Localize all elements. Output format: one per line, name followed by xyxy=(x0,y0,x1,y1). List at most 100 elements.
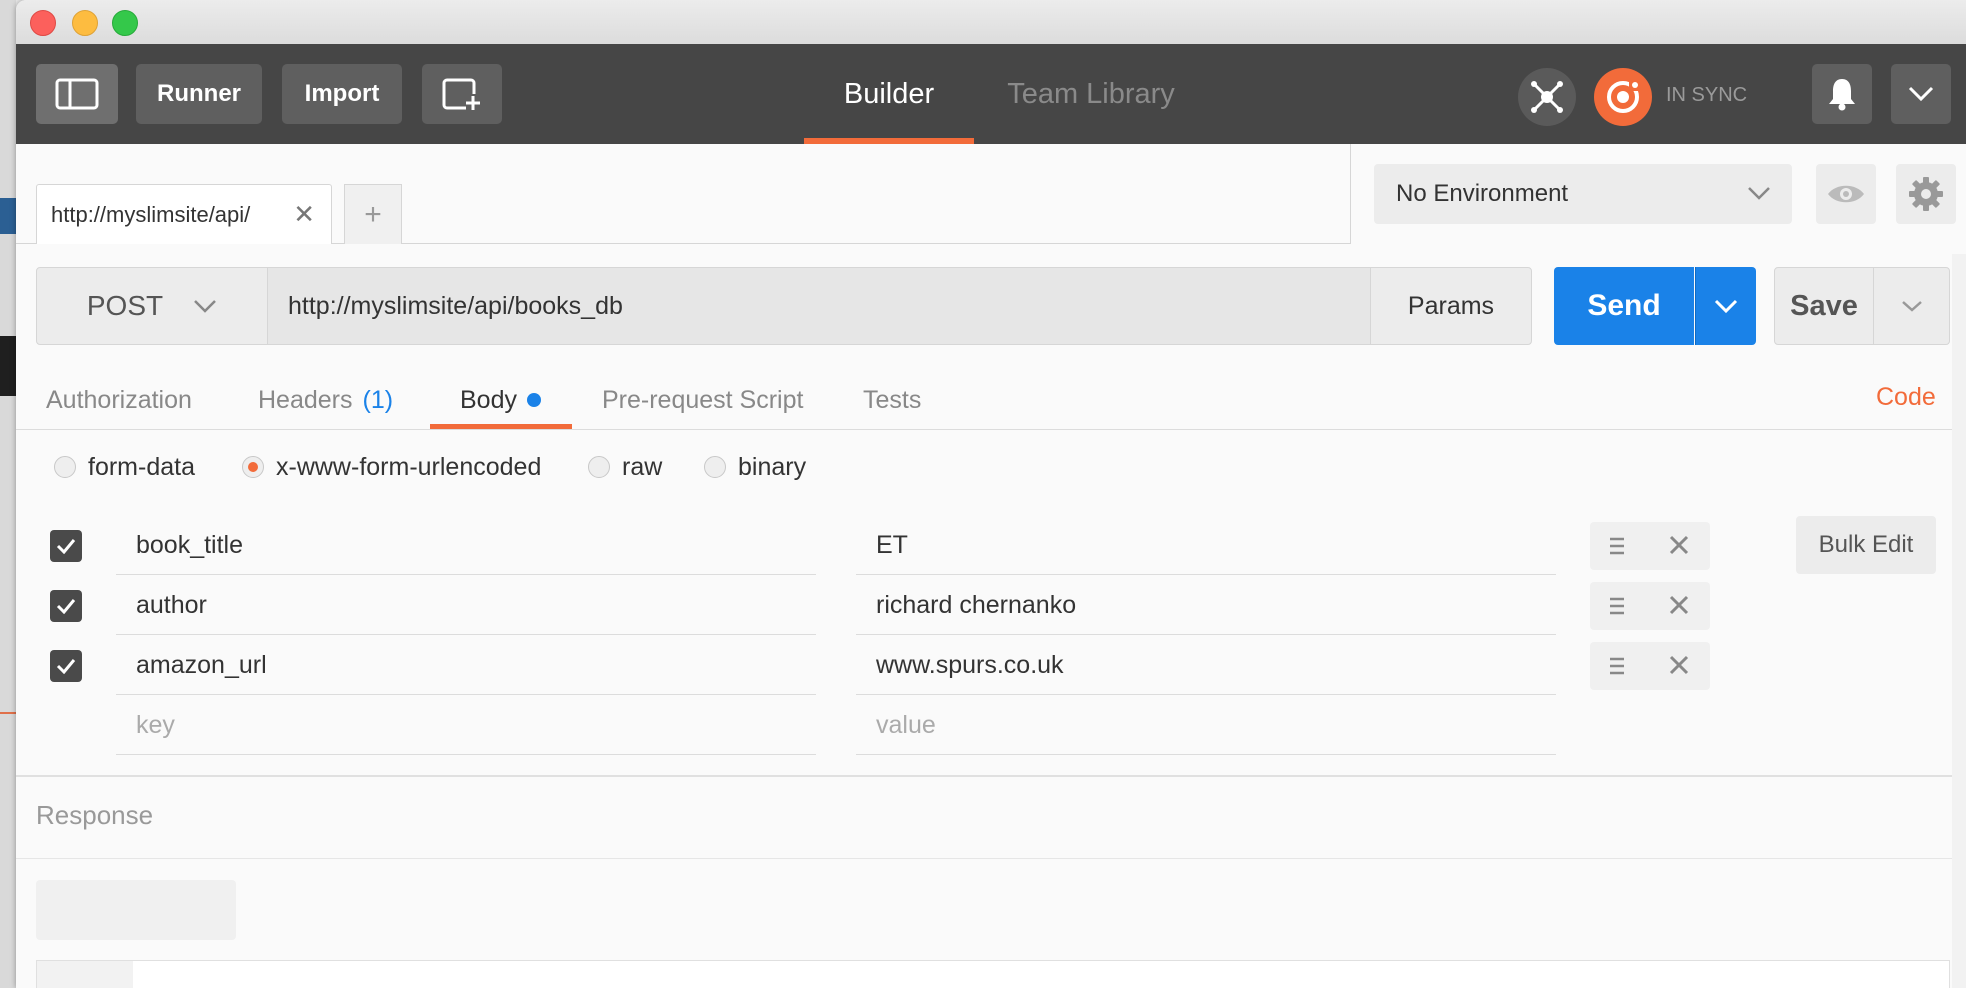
menu-dropdown-button[interactable] xyxy=(1891,64,1951,124)
tab-builder-label: Builder xyxy=(843,77,935,110)
manage-environments-button[interactable] xyxy=(1896,164,1956,224)
environment-select[interactable]: No Environment xyxy=(1374,164,1792,224)
radio-binary[interactable] xyxy=(704,456,726,478)
close-tab-icon[interactable]: ✕ xyxy=(293,199,315,230)
response-placeholder-block xyxy=(36,880,236,940)
request-tab[interactable]: http://myslimsite/api/ ✕ xyxy=(36,184,332,244)
scrollbar-track[interactable] xyxy=(1952,254,1966,988)
close-icon[interactable] xyxy=(1668,594,1690,616)
table-row: author richard chernanko xyxy=(16,576,1716,636)
tab-headers-label: Headers xyxy=(258,385,353,414)
body-type-urlencoded[interactable]: x-www-form-urlencoded xyxy=(242,452,541,482)
send-options-button[interactable] xyxy=(1695,267,1756,345)
sidebar-toggle-button[interactable] xyxy=(36,64,118,124)
add-tab-label: + xyxy=(364,197,382,231)
send-label: Send xyxy=(1587,289,1661,322)
minimize-window-button[interactable] xyxy=(72,10,98,36)
body-type-raw[interactable]: raw xyxy=(588,452,662,482)
row-enabled-checkbox[interactable] xyxy=(50,650,82,682)
radio-raw[interactable] xyxy=(588,456,610,478)
main-toolbar: Runner Import Builder Team Library IN SY… xyxy=(16,44,1966,144)
param-value-field[interactable]: richard chernanko xyxy=(856,576,1556,635)
tab-body[interactable]: Body xyxy=(460,370,541,430)
param-value-field[interactable]: www.spurs.co.uk xyxy=(856,636,1556,695)
param-key: author xyxy=(136,590,207,619)
param-key: amazon_url xyxy=(136,650,267,679)
environment-divider xyxy=(1350,144,1351,244)
chevron-down-icon xyxy=(1901,301,1922,312)
postman-window: Runner Import Builder Team Library IN SY… xyxy=(16,0,1966,988)
param-key-field[interactable]: amazon_url xyxy=(116,636,816,695)
tab-tests[interactable]: Tests xyxy=(863,370,921,430)
url-input[interactable]: http://myslimsite/api/books_db xyxy=(268,267,1370,345)
close-window-button[interactable] xyxy=(30,10,56,36)
row-enabled-checkbox[interactable] xyxy=(50,530,82,562)
param-value: richard chernanko xyxy=(876,590,1077,619)
tab-builder[interactable]: Builder xyxy=(804,44,974,144)
sync-status-text: IN SYNC xyxy=(1666,84,1748,106)
method-value: POST xyxy=(86,290,164,321)
new-window-button[interactable] xyxy=(422,64,502,124)
save-options-button[interactable] xyxy=(1874,267,1950,345)
environment-quick-look-button[interactable] xyxy=(1816,164,1876,224)
body-modified-dot-icon xyxy=(526,393,541,407)
add-tab-button[interactable]: + xyxy=(344,184,402,244)
tab-pre-request-script[interactable]: Pre-request Script xyxy=(602,370,803,430)
table-row: book_title ET xyxy=(16,516,1716,576)
param-key-field[interactable]: author xyxy=(116,576,816,635)
bulk-edit-button[interactable]: Bulk Edit xyxy=(1796,516,1936,574)
request-tab-title: http://myslimsite/api/ xyxy=(51,201,251,227)
new-key-input[interactable]: key xyxy=(116,696,816,755)
new-window-icon xyxy=(442,78,480,110)
background-app-fragment xyxy=(0,712,16,714)
notifications-button[interactable] xyxy=(1812,64,1872,124)
drag-handle-icon[interactable] xyxy=(1608,656,1626,676)
gear-icon xyxy=(1909,177,1943,211)
chevron-down-icon xyxy=(1714,299,1738,313)
body-type-binary[interactable]: binary xyxy=(704,452,806,482)
import-button[interactable]: Import xyxy=(282,64,402,124)
save-button[interactable]: Save xyxy=(1774,267,1874,345)
new-value-input[interactable]: value xyxy=(856,696,1556,755)
radio-urlencoded[interactable] xyxy=(242,456,264,478)
import-label: Import xyxy=(304,80,380,107)
interceptor-button[interactable] xyxy=(1518,68,1576,126)
params-label: Params xyxy=(1407,291,1495,320)
param-key: book_title xyxy=(136,530,244,559)
bell-icon xyxy=(1829,79,1855,111)
background-app-fragment xyxy=(0,336,16,396)
params-button[interactable]: Params xyxy=(1370,267,1532,345)
drag-handle-icon[interactable] xyxy=(1608,596,1626,616)
tab-authorization[interactable]: Authorization xyxy=(46,370,192,430)
response-body-panel xyxy=(36,960,1950,988)
radio-form-data[interactable] xyxy=(54,456,76,478)
background-app xyxy=(0,0,16,988)
sync-status-button[interactable] xyxy=(1594,68,1652,126)
param-value: www.spurs.co.uk xyxy=(876,650,1064,679)
method-select[interactable]: POST xyxy=(36,267,268,345)
tab-team-library[interactable]: Team Library xyxy=(986,44,1196,144)
close-icon[interactable] xyxy=(1668,654,1690,676)
tab-tests-label: Tests xyxy=(863,385,922,414)
save-label: Save xyxy=(1790,289,1858,322)
tab-pre-request-label: Pre-request Script xyxy=(602,385,804,414)
interceptor-icon xyxy=(1531,81,1563,113)
row-enabled-checkbox[interactable] xyxy=(50,590,82,622)
generate-code-link[interactable]: Code xyxy=(1876,383,1936,412)
close-icon[interactable] xyxy=(1668,534,1690,556)
param-value-field[interactable]: ET xyxy=(856,516,1556,575)
body-type-form-data[interactable]: form-data xyxy=(54,452,195,482)
zoom-window-button[interactable] xyxy=(112,10,138,36)
eye-icon xyxy=(1828,185,1864,203)
response-body-gutter xyxy=(37,961,133,988)
request-tabs-bar: http://myslimsite/api/ ✕ + No Environmen… xyxy=(16,144,1966,244)
tab-headers[interactable]: Headers (1) xyxy=(258,370,393,430)
send-button[interactable]: Send xyxy=(1554,267,1694,345)
response-divider[interactable] xyxy=(16,775,1966,777)
chevron-down-icon xyxy=(1748,187,1770,200)
tab-authorization-label: Authorization xyxy=(46,385,192,414)
runner-button[interactable]: Runner xyxy=(136,64,262,124)
headers-count-badge: (1) xyxy=(362,385,394,414)
param-key-field[interactable]: book_title xyxy=(116,516,816,575)
drag-handle-icon[interactable] xyxy=(1608,536,1626,556)
